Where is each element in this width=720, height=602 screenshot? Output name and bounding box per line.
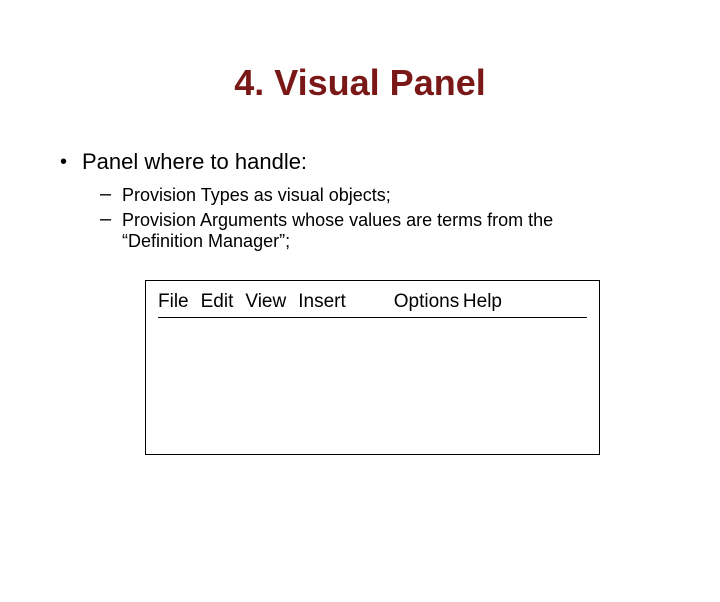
bullet-item: Panel where to handle: Provision Types a… bbox=[60, 149, 660, 252]
sub-bullet-text-line1: Provision Arguments whose values are ter… bbox=[122, 210, 553, 230]
menu-file[interactable]: File bbox=[158, 291, 189, 313]
bullet-text: Panel where to handle: bbox=[82, 149, 307, 174]
menu-help[interactable]: Help bbox=[463, 291, 502, 313]
menu-options[interactable]: Options bbox=[394, 291, 459, 313]
bullet-level-1: Panel where to handle: Provision Types a… bbox=[60, 149, 660, 252]
slide: 4. Visual Panel Panel where to handle: P… bbox=[0, 62, 720, 602]
menu-group-left: File Edit View Insert bbox=[158, 291, 346, 313]
sub-bullet-text: Provision Types as visual objects; bbox=[122, 185, 391, 205]
menubar: File Edit View Insert Options Help bbox=[158, 291, 587, 318]
bullet-level-2: Provision Types as visual objects; Provi… bbox=[100, 183, 660, 252]
menu-view[interactable]: View bbox=[245, 291, 286, 313]
slide-title: 4. Visual Panel bbox=[0, 62, 720, 104]
menu-edit[interactable]: Edit bbox=[201, 291, 234, 313]
menu-insert[interactable]: Insert bbox=[298, 291, 346, 313]
visual-panel-mock: File Edit View Insert Options Help bbox=[145, 280, 600, 455]
sub-bullet-item: Provision Arguments whose values are ter… bbox=[100, 208, 660, 252]
sub-bullet-text-line2: “Definition Manager”; bbox=[122, 231, 660, 252]
sub-bullet-item: Provision Types as visual objects; bbox=[100, 183, 660, 206]
slide-body: Panel where to handle: Provision Types a… bbox=[60, 149, 660, 455]
